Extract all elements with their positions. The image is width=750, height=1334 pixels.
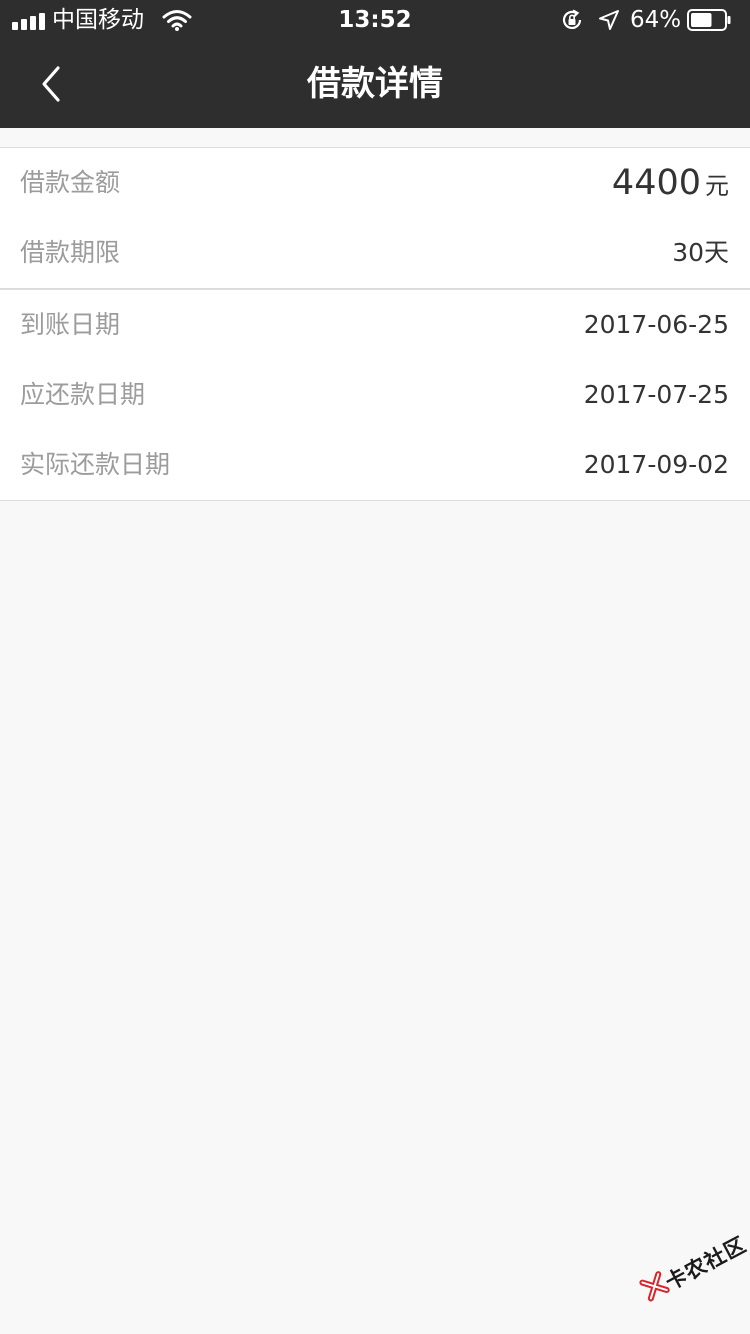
loan-term-label: 借款期限 (20, 238, 121, 267)
rotation-lock-icon (562, 9, 582, 29)
actual-repay-date-label: 实际还款日期 (20, 450, 171, 479)
loan-term-value: 30天 (672, 238, 729, 267)
loan-amount-unit: 元 (705, 172, 729, 200)
due-date-value: 2017-07-25 (583, 380, 729, 409)
loan-amount-label: 借款金额 (20, 168, 121, 197)
dates-card: 到账日期 2017-06-25 应还款日期 2017-07-25 实际还款日期 … (0, 289, 750, 501)
due-date-label: 应还款日期 (20, 380, 146, 409)
actual-repay-date-row: 实际还款日期 2017-09-02 (0, 430, 750, 500)
battery-icon (687, 9, 731, 31)
actual-repay-date-value: 2017-09-02 (583, 450, 729, 479)
loan-amount-row: 借款金额 4400 元 (0, 148, 750, 218)
watermark: 卡农社区 (630, 1218, 750, 1331)
due-date-row: 应还款日期 2017-07-25 (0, 360, 750, 430)
loan-info-card: 借款金额 4400 元 借款期限 30天 (0, 147, 750, 289)
nav-bar: 借款详情 (0, 40, 750, 128)
arrival-date-value: 2017-06-25 (583, 310, 729, 339)
top-bar: 中国移动 13:52 64% 借款详情 (0, 0, 750, 128)
loan-term-row: 借款期限 30天 (0, 218, 750, 288)
loan-amount-value: 4400 (611, 163, 701, 203)
arrival-date-row: 到账日期 2017-06-25 (0, 290, 750, 360)
arrival-date-label: 到账日期 (20, 310, 121, 339)
status-bar: 中国移动 13:52 64% (0, 0, 750, 40)
battery-percent: 64% (630, 7, 682, 33)
loan-amount-value-group: 4400 元 (612, 148, 729, 221)
watermark-text: 卡农社区 (661, 1232, 750, 1295)
back-button[interactable] (32, 60, 72, 108)
page-title: 借款详情 (307, 64, 443, 104)
location-arrow-icon (599, 10, 619, 30)
